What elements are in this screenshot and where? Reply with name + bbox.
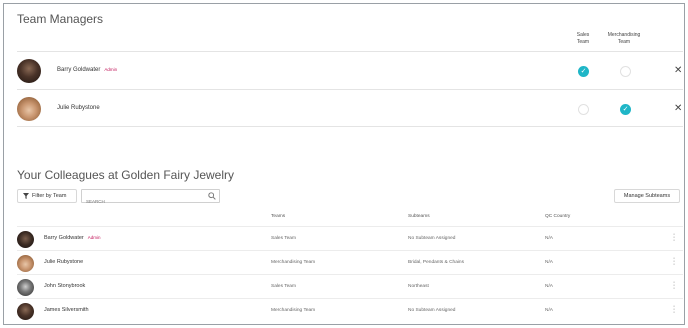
subteam-cell: No Subteam Assigned <box>408 236 456 241</box>
filter-icon <box>23 193 29 199</box>
admin-badge: Admin <box>104 67 118 72</box>
manager-name-text: Barry Goldwater <box>57 67 101 73</box>
team-cell: Merchandising Team <box>271 308 316 313</box>
avatar <box>17 255 34 272</box>
header-teams: Teams <box>271 214 286 219</box>
team-cell: Sales Team <box>271 284 296 289</box>
team-cell: Sales Team <box>271 236 296 241</box>
close-icon[interactable]: ✕ <box>674 103 682 114</box>
qc-country-cell: N/A <box>545 260 553 265</box>
check-icon: ✓ <box>580 68 587 75</box>
search-input[interactable] <box>82 195 202 208</box>
more-vertical-icon[interactable]: · · · <box>672 255 676 268</box>
header-subteams: Subteams <box>408 214 430 219</box>
table-row[interactable]: Barry Goldwater Admin Sales Team No Subte… <box>17 226 683 250</box>
table-row[interactable]: John Stonybrook Sales Team Northeast N/A… <box>17 274 683 298</box>
colleague-name-text: Barry Goldwater <box>44 235 84 241</box>
manage-subteams-button[interactable]: Manage Subteams <box>614 189 680 203</box>
subteam-cell: No Subteam Assigned <box>408 308 456 313</box>
team-managers-title: Team Managers <box>17 12 104 26</box>
manager-name-text: Julie Rubystone <box>57 105 100 111</box>
avatar <box>17 97 41 121</box>
colleague-name: James Silversmith <box>44 307 89 313</box>
search-icon[interactable] <box>208 192 216 200</box>
more-vertical-icon[interactable]: · · · <box>672 303 676 316</box>
check-icon: ✓ <box>622 106 629 113</box>
avatar <box>17 59 41 83</box>
colleague-name: John Stonybrook <box>44 283 85 289</box>
header-qc-country: QC Country <box>545 214 571 219</box>
filter-by-team-label: Filter by Team <box>32 193 67 199</box>
sales-team-checkbox[interactable] <box>578 104 589 115</box>
subteam-cell: Northeast <box>408 284 429 289</box>
merchandising-team-checkbox[interactable] <box>620 66 631 77</box>
qc-country-cell: N/A <box>545 236 553 241</box>
search-box <box>81 189 220 208</box>
colleague-name: Barry Goldwater Admin <box>44 235 101 241</box>
subteam-cell: Bridal, Pendants & Chains <box>408 260 464 265</box>
table-row[interactable]: Julie Rubystone Merchandising Team Brida… <box>17 250 683 274</box>
close-icon[interactable]: ✕ <box>674 65 682 76</box>
column-header-sales-team: Sales Team <box>576 32 590 45</box>
sales-team-checkbox[interactable]: ✓ <box>578 66 589 77</box>
colleague-name: Julie Rubystone <box>44 259 83 265</box>
colleagues-title: Your Colleagues at Golden Fairy Jewelry <box>17 168 235 182</box>
colleague-name-text: Julie Rubystone <box>44 259 84 265</box>
more-vertical-icon[interactable]: · · · <box>672 231 676 244</box>
manager-row: Barry Goldwater Admin ✓ ✕ <box>17 51 683 89</box>
qc-country-cell: N/A <box>545 284 553 289</box>
avatar <box>17 231 34 248</box>
filter-by-team-button[interactable]: Filter by Team <box>17 189 77 203</box>
manager-row: Julie Rubystone ✓ ✕ <box>17 89 683 127</box>
team-cell: Merchandising Team <box>271 260 316 265</box>
qc-country-cell: N/A <box>545 308 553 313</box>
avatar <box>17 303 34 320</box>
admin-badge: Admin <box>87 235 101 240</box>
avatar <box>17 279 34 296</box>
merchandising-team-checkbox[interactable]: ✓ <box>620 104 631 115</box>
colleague-name-text: John Stonybrook <box>44 283 86 289</box>
column-header-merchandising-team: Merchandising Team <box>607 32 641 45</box>
colleague-name-text: James Silversmith <box>44 307 89 313</box>
table-row[interactable]: James Silversmith Merchandising Team No … <box>17 298 683 322</box>
manager-name: Julie Rubystone <box>57 105 100 111</box>
app-frame: Team Managers Sales Team Merchandising T… <box>3 3 685 325</box>
manager-name: Barry Goldwater Admin <box>57 67 117 73</box>
more-vertical-icon[interactable]: · · · <box>672 279 676 292</box>
